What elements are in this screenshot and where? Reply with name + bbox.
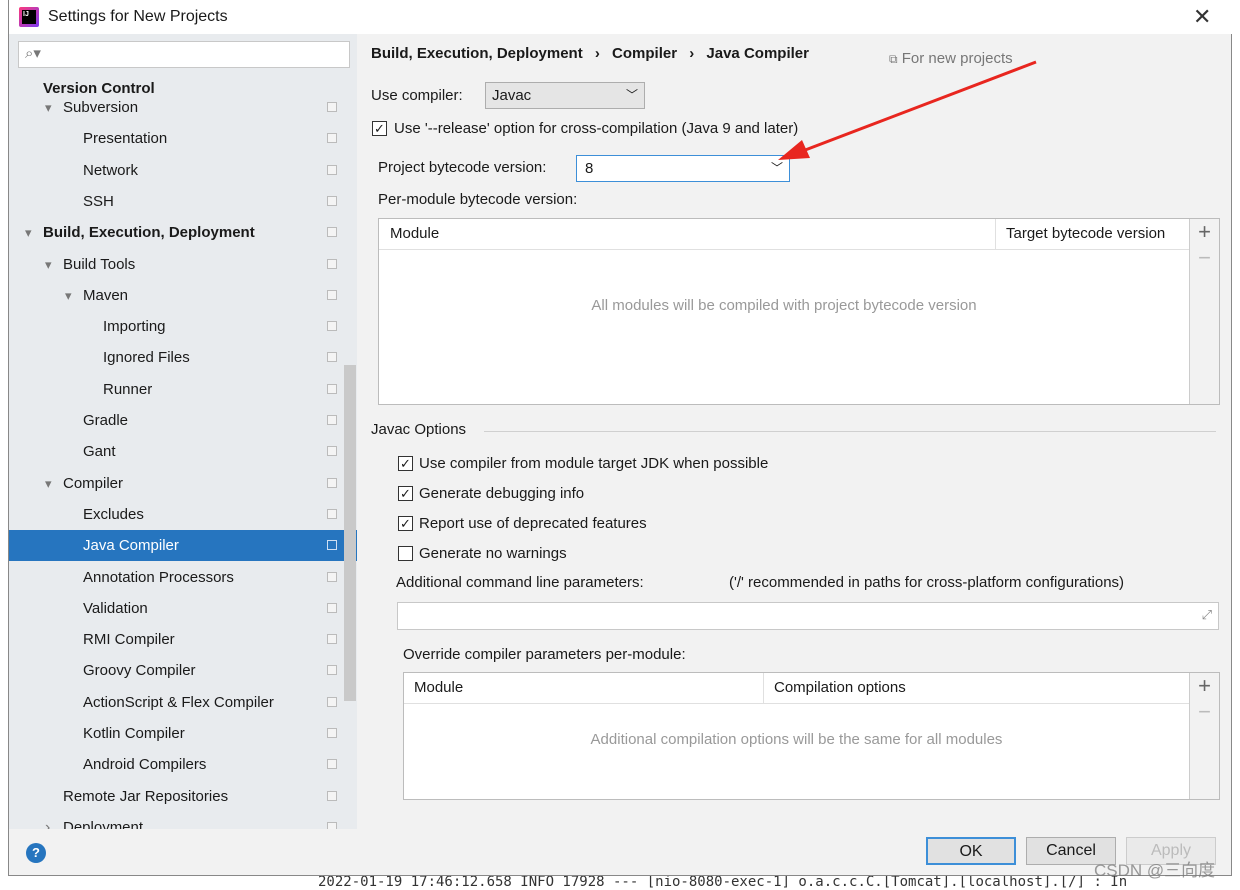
sidebar-item[interactable]: Version Control [9, 74, 357, 97]
sidebar-item-label: Version Control [43, 80, 155, 97]
watermark: CSDN @三向度 [1094, 861, 1216, 880]
annotation-arrow [778, 60, 1037, 160]
